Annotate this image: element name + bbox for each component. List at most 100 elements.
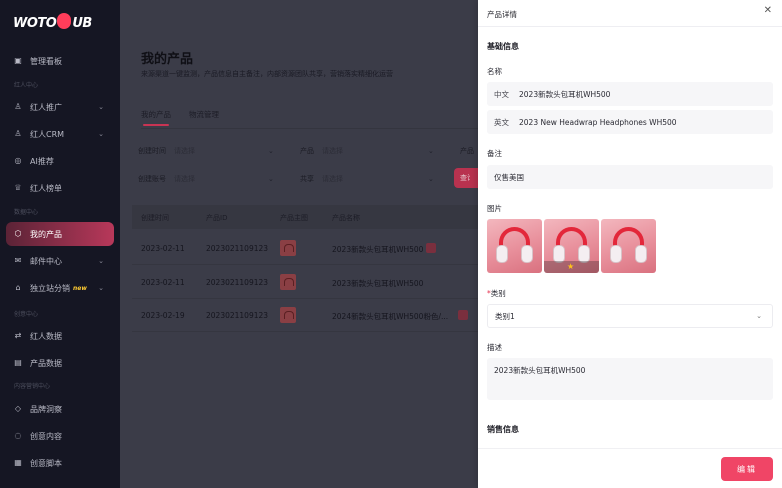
name-cn-prefix: 中文 (494, 89, 509, 99)
sidebar-item-ai-recommend[interactable]: ◎ AI推荐 (6, 149, 114, 173)
name-en-value: 2023 New Headwrap Headphones WH500 (519, 117, 677, 127)
filter-label: 产品 (300, 147, 314, 155)
section-label: 红人中心 (14, 82, 39, 89)
filter-create-time[interactable]: 创建时间 请选择 ⌄ (138, 140, 280, 162)
mail-icon: ✉ (14, 256, 22, 265)
star-icon: ★ (567, 262, 575, 271)
desc-value: 2023新款头包耳机WH500 (494, 366, 586, 375)
sidebar-item-influencer-rank[interactable]: ♕ 红人榜单 (6, 176, 114, 200)
tab-my-products[interactable]: 我的产品 (141, 109, 171, 126)
headphone-cup (610, 245, 622, 263)
tiktok-tag-icon (458, 310, 468, 320)
filter-label: 共享 (300, 175, 314, 183)
sidebar-item-dashboard[interactable]: ▣ 管理看板 (6, 49, 114, 73)
chevron-down-icon: ⌄ (98, 284, 104, 292)
product-image[interactable] (487, 219, 542, 273)
cell-date: 2023-02-11 (141, 244, 185, 253)
tab-logistics[interactable]: 物流管理 (189, 109, 219, 126)
category-select[interactable]: 类别1 ⌄ (487, 304, 773, 328)
product-thumbnail[interactable] (280, 307, 296, 323)
headphone-cup (553, 245, 565, 263)
table-row[interactable]: 2023-02-11 2023021109123 2023新款头包耳机WH500 (132, 232, 478, 265)
cell-name: 2023新款头包耳机WH500 (332, 245, 424, 254)
sidebar-item-mail-center[interactable]: ✉ 邮件中心 ⌄ (6, 249, 114, 273)
product-thumbnail[interactable] (280, 240, 296, 256)
sidebar-item-influencer-crm[interactable]: ♙ 红人CRM ⌄ (6, 122, 114, 146)
main-content: 我的产品 来源渠道一键监测，产品信息自主备注，内部资源团队共享，营销落实精细化运… (120, 0, 478, 488)
chevron-down-icon: ⌄ (268, 147, 274, 155)
tiktok-tag-icon (426, 243, 436, 253)
note-value: 仅售美国 (494, 172, 524, 182)
filter-placeholder: 请选择 (322, 175, 343, 183)
column-header: 产品ID (206, 214, 228, 222)
sidebar-item-my-products[interactable]: ⬡ 我的产品 (6, 222, 114, 246)
table-row[interactable]: 2023-02-11 2023021109123 2023新款头包耳机WH500 (132, 266, 478, 299)
headphone-cup (521, 245, 533, 263)
sidebar-item-influencer-data[interactable]: ⇄ 红人数据 (6, 324, 114, 348)
filter-share[interactable]: 共享 请选择 ⌄ (300, 168, 440, 190)
filter-placeholder: 请选择 (174, 175, 195, 183)
logo-text-pre: WOTO (13, 15, 57, 31)
headphone-cup (496, 245, 508, 263)
sidebar: WOTO UB ▣ 管理看板 红人中心 ♙ 红人推广 ⌄ ♙ 红人CRM ⌄ ◎… (0, 0, 120, 488)
sidebar-item-brand-insight[interactable]: ◇ 品牌洞察 (6, 397, 114, 421)
category-value: 类别1 (495, 311, 515, 321)
query-button[interactable]: 查询 (454, 168, 478, 188)
sidebar-item-label: 产品数据 (30, 358, 62, 368)
store-icon: ⌂ (15, 283, 21, 292)
product-detail-drawer: 产品详情 ✕ 基础信息 名称 中文 2023新款头包耳机WH500 英文 202… (478, 0, 782, 488)
sidebar-item-label: 我的产品 (30, 229, 62, 239)
chart-icon: ▤ (14, 358, 22, 367)
sidebar-item-label: 红人CRM (30, 129, 65, 139)
cell-name: 2023新款头包耳机WH500 (332, 279, 424, 288)
product-image[interactable] (601, 219, 656, 273)
note-field: 仅售美国 (487, 165, 773, 189)
chevron-down-icon: ⌄ (98, 257, 104, 265)
edit-button[interactable]: 编辑 (721, 457, 773, 481)
filter-create-account[interactable]: 创建账号 请选择 ⌄ (138, 168, 280, 190)
section-sales-info: 销售信息 (487, 425, 519, 434)
sidebar-item-label: AI推荐 (30, 156, 54, 166)
filter-placeholder: 请选择 (322, 147, 343, 155)
section-label: 内容营销中心 (14, 383, 51, 390)
name-cn-field: 中文 2023新款头包耳机WH500 (487, 82, 773, 106)
column-header: 产品名称 (332, 214, 360, 222)
filter-label: 产品 (460, 147, 474, 155)
name-en-field: 英文 2023 New Headwrap Headphones WH500 (487, 110, 773, 134)
drawer-header: 产品详情 ✕ (478, 0, 782, 27)
cell-date: 2023-02-19 (141, 311, 185, 320)
sidebar-item-product-data[interactable]: ▤ 产品数据 (6, 351, 114, 375)
filter-product-more[interactable]: 产品 (460, 140, 478, 162)
table-row[interactable]: 2023-02-19 2023021109123 2024新款头包耳机WH500… (132, 299, 478, 332)
product-image-main[interactable]: ★ (544, 219, 599, 273)
sidebar-item-label: 创意脚本 (30, 458, 62, 468)
filter-placeholder: 请选择 (174, 147, 195, 155)
sidebar-item-influencer-promo[interactable]: ♙ 红人推广 ⌄ (6, 95, 114, 119)
product-thumbnail[interactable] (280, 274, 296, 290)
logo-badge-icon (57, 13, 72, 29)
filter-product[interactable]: 产品 请选择 ⌄ (300, 140, 440, 162)
filter-label: 创建时间 (138, 147, 166, 155)
sidebar-item-creative-content[interactable]: ◌ 创意内容 (6, 424, 114, 448)
cell-id: 2023021109123 (206, 278, 269, 287)
headphone-cup (578, 245, 590, 263)
chevron-down-icon: ⌄ (98, 130, 104, 138)
close-icon[interactable]: ✕ (764, 6, 772, 16)
sidebar-item-creative-script[interactable]: ▦ 创意脚本 (6, 451, 114, 475)
tab-bar: 我的产品 物流管理 (141, 109, 219, 126)
data-icon: ⇄ (14, 331, 22, 340)
chevron-down-icon: ⌄ (98, 103, 104, 111)
cell-id: 2023021109123 (206, 311, 269, 320)
app-logo[interactable]: WOTO UB (13, 12, 92, 34)
name-label: 名称 (487, 67, 502, 76)
images-label: 图片 (487, 204, 502, 213)
logo-text-post: UB (72, 15, 92, 31)
section-label: 数据中心 (14, 209, 39, 216)
column-header: 产品主图 (280, 214, 308, 222)
sidebar-item-store-distribution[interactable]: ⌂ 独立站分销 new ⌄ (6, 276, 114, 300)
section-label: 创意中心 (14, 311, 39, 318)
sidebar-item-label: 红人数据 (30, 331, 62, 341)
chevron-down-icon: ⌄ (428, 175, 434, 183)
new-badge: new (73, 284, 87, 292)
category-label: *类别 (487, 288, 506, 299)
